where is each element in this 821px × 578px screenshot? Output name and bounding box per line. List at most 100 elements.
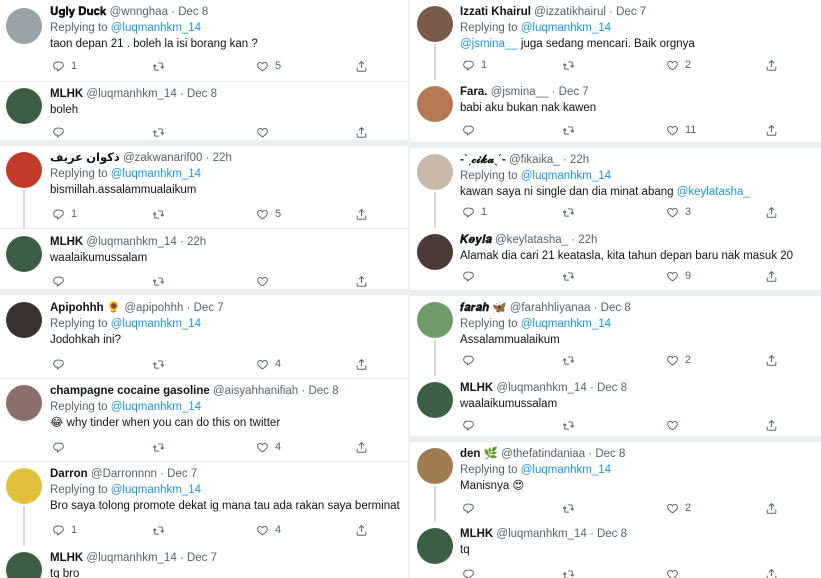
- reply-mention-link[interactable]: @luqmanhkm_14: [111, 401, 201, 413]
- avatar[interactable]: [417, 86, 453, 122]
- retweet-button[interactable]: [562, 417, 575, 433]
- avatar[interactable]: [6, 88, 42, 124]
- timestamp[interactable]: Dec 7: [616, 6, 646, 18]
- display-name[interactable]: den 🌿: [460, 448, 498, 460]
- share-button[interactable]: [355, 439, 368, 455]
- mention-link[interactable]: @jsmina__: [460, 38, 518, 50]
- reply-button[interactable]: [52, 273, 65, 289]
- display-name[interactable]: champagne cocaine gasoline: [50, 385, 210, 397]
- tweet[interactable]: MLHK @luqmanhkm_14 · Dec 8 boleh: [0, 82, 408, 146]
- handle[interactable]: @wnnghaa: [110, 6, 168, 18]
- handle[interactable]: @farahhliyanaa: [510, 302, 591, 314]
- tweet[interactable]: MLHK @luqmanhkm_14 · Dec 8 tq: [410, 522, 821, 578]
- timestamp[interactable]: 22h: [570, 154, 589, 166]
- retweet-button[interactable]: [562, 500, 575, 516]
- tweet[interactable]: ذكوان عريف @zakwanarif00 · 22h Replying …: [0, 146, 408, 229]
- avatar[interactable]: [6, 8, 42, 44]
- handle[interactable]: @luqmanhkm_14: [86, 88, 176, 100]
- handle[interactable]: @Darronnnn: [91, 468, 157, 480]
- share-button[interactable]: [765, 352, 778, 368]
- display-name[interactable]: -ˋˏ𝓬𝓲𝓴𝓪ˎˊ-: [460, 154, 506, 166]
- like-button[interactable]: 4: [256, 356, 281, 372]
- share-button[interactable]: [355, 206, 368, 222]
- timestamp[interactable]: Dec 7: [187, 552, 217, 564]
- like-button[interactable]: 9: [666, 268, 691, 284]
- mention-link[interactable]: @keylatasha_: [677, 186, 750, 198]
- tweet[interactable]: 𝒇𝒂𝒓𝒂𝒉 🦋 @farahhliyanaa · Dec 8 Replying …: [410, 296, 821, 376]
- handle[interactable]: @luqmanhkm_14: [86, 552, 176, 564]
- avatar[interactable]: [417, 382, 453, 418]
- reply-button[interactable]: [462, 268, 475, 284]
- reply-mention-link[interactable]: @luqmanhkm_14: [111, 484, 201, 496]
- share-button[interactable]: [355, 522, 368, 538]
- display-name[interactable]: 𝑲𝒆𝒚𝒍𝒂: [460, 234, 492, 246]
- reply-button[interactable]: [462, 500, 475, 516]
- handle[interactable]: @izzatikhairul: [534, 6, 606, 18]
- handle[interactable]: @aisyahhanifiah: [213, 385, 298, 397]
- like-button[interactable]: 5: [256, 206, 281, 222]
- handle[interactable]: @luqmanhkm_14: [496, 382, 586, 394]
- share-button[interactable]: [765, 204, 778, 220]
- reply-button[interactable]: 1: [462, 204, 487, 220]
- share-button[interactable]: [765, 122, 778, 138]
- like-button[interactable]: 4: [256, 439, 281, 455]
- like-button[interactable]: 3: [666, 204, 691, 220]
- avatar[interactable]: [6, 385, 42, 421]
- handle[interactable]: @luqmanhkm_14: [86, 236, 176, 248]
- tweet[interactable]: Fara. @jsmina__ · Dec 7 babi aku bukan n…: [410, 80, 821, 148]
- avatar[interactable]: [6, 236, 42, 272]
- tweet[interactable]: -ˋˏ𝓬𝓲𝓴𝓪ˎˊ- @fikaika_ · 22h Replying to @…: [410, 148, 821, 228]
- display-name[interactable]: Izzati Khairul: [460, 6, 531, 18]
- tweet[interactable]: 𝐔𝐠𝐥𝐲 𝐃𝐮𝐜𝐤 @wnnghaa · Dec 8 Replying to @…: [0, 0, 408, 82]
- avatar[interactable]: [417, 302, 453, 338]
- display-name[interactable]: MLHK: [460, 528, 493, 540]
- timestamp[interactable]: Dec 7: [167, 468, 197, 480]
- retweet-button[interactable]: [152, 439, 165, 455]
- display-name[interactable]: 𝒇𝒂𝒓𝒂𝒉 🦋: [460, 302, 506, 314]
- handle[interactable]: @jsmina__: [491, 86, 549, 98]
- share-button[interactable]: [355, 58, 368, 74]
- handle[interactable]: @luqmanhkm_14: [496, 528, 586, 540]
- like-button[interactable]: 11: [666, 122, 696, 138]
- handle[interactable]: @thefatindaniaa: [501, 448, 585, 460]
- timestamp[interactable]: Dec 8: [308, 385, 338, 397]
- tweet[interactable]: 𝑲𝒆𝒚𝒍𝒂 @keylatasha_ · 22h Alamak dia cari…: [410, 228, 821, 296]
- share-button[interactable]: [765, 57, 778, 73]
- avatar[interactable]: [417, 528, 453, 564]
- handle[interactable]: @fikaika_: [509, 154, 560, 166]
- timestamp[interactable]: Dec 8: [595, 448, 625, 460]
- share-button[interactable]: [355, 273, 368, 289]
- tweet[interactable]: MLHK @luqmanhkm_14 · Dec 8 waalaikumussa…: [410, 376, 821, 442]
- like-button[interactable]: [256, 273, 269, 289]
- retweet-button[interactable]: [562, 268, 575, 284]
- share-button[interactable]: [765, 417, 778, 433]
- display-name[interactable]: Darron: [50, 468, 88, 480]
- share-button[interactable]: [355, 356, 368, 372]
- avatar[interactable]: [6, 552, 42, 578]
- timestamp[interactable]: Dec 8: [597, 382, 627, 394]
- like-button[interactable]: [666, 417, 679, 433]
- handle[interactable]: @apipohhh: [124, 302, 183, 314]
- like-button[interactable]: [666, 566, 679, 578]
- display-name[interactable]: MLHK: [460, 382, 493, 394]
- avatar[interactable]: [417, 6, 453, 42]
- tweet[interactable]: den 🌿 @thefatindaniaa · Dec 8 Replying t…: [410, 442, 821, 522]
- retweet-button[interactable]: [152, 124, 165, 140]
- share-button[interactable]: [355, 124, 368, 140]
- tweet[interactable]: Darron @Darronnnn · Dec 7 Replying to @l…: [0, 462, 408, 546]
- retweet-button[interactable]: [152, 522, 165, 538]
- retweet-button[interactable]: [562, 122, 575, 138]
- display-name[interactable]: MLHK: [50, 88, 83, 100]
- reply-button[interactable]: [52, 124, 65, 140]
- retweet-button[interactable]: [152, 273, 165, 289]
- reply-button[interactable]: [462, 352, 475, 368]
- share-button[interactable]: [765, 566, 778, 578]
- timestamp[interactable]: 22h: [187, 236, 206, 248]
- reply-mention-link[interactable]: @luqmanhkm_14: [521, 22, 611, 34]
- avatar[interactable]: [6, 152, 42, 188]
- timestamp[interactable]: Dec 7: [194, 302, 224, 314]
- reply-mention-link[interactable]: @luqmanhkm_14: [111, 22, 201, 34]
- retweet-button[interactable]: [152, 58, 165, 74]
- timestamp[interactable]: Dec 8: [597, 528, 627, 540]
- avatar[interactable]: [6, 302, 42, 338]
